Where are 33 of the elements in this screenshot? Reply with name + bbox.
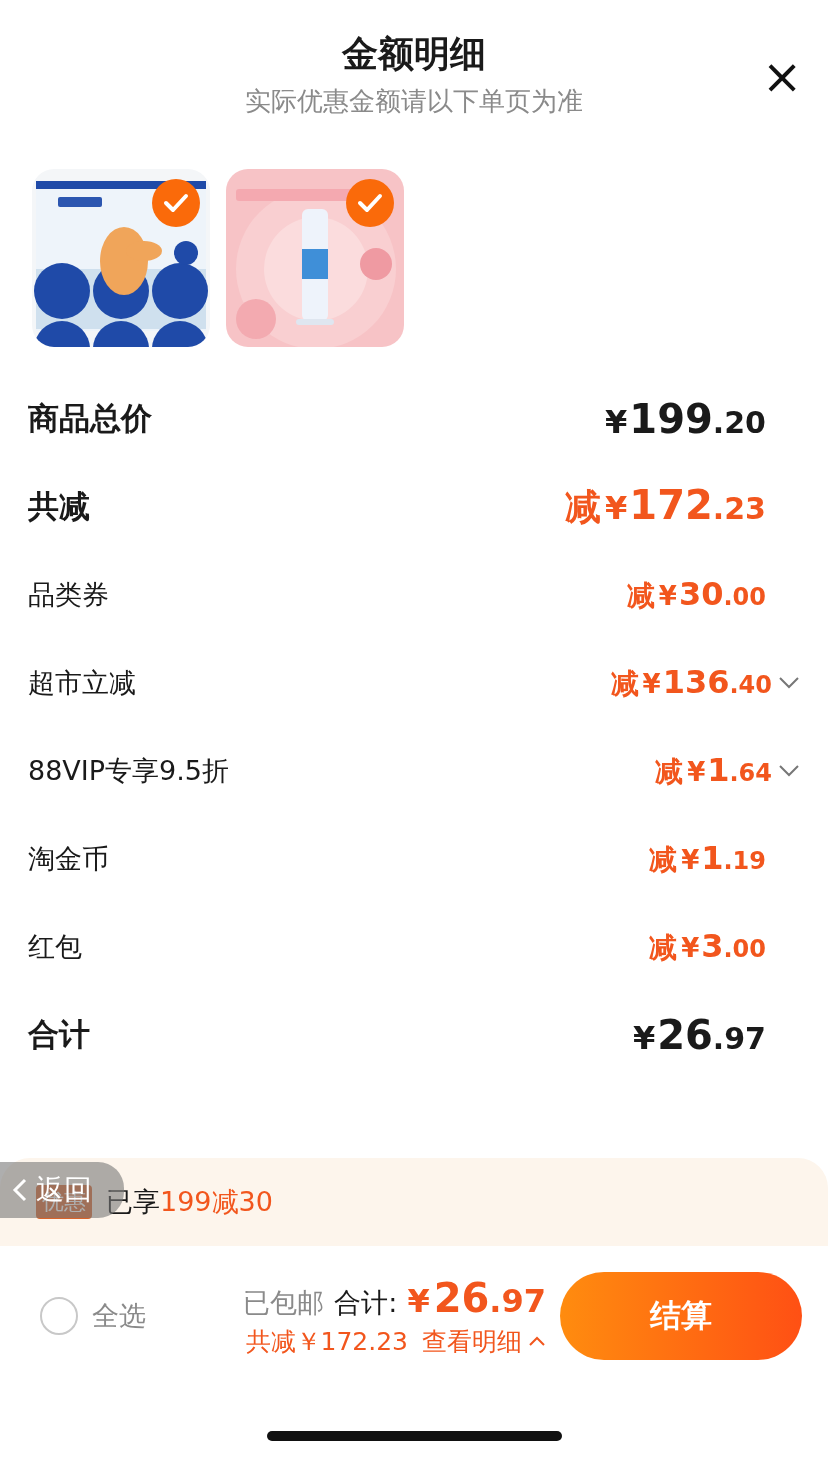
total-amount: ¥26.97 (407, 1274, 546, 1321)
amount-text: 减¥30.00 (626, 575, 766, 615)
amount-text: 减¥3.00 (649, 927, 766, 967)
chevron-down-icon[interactable] (778, 676, 800, 690)
sheet-title: 金额明细 (342, 32, 486, 76)
chevron-left-icon (12, 1177, 28, 1203)
check-icon[interactable] (346, 179, 394, 227)
sheet-subtitle: 实际优惠金额请以下单页为准 (245, 85, 583, 118)
row-label: 品类券 (28, 578, 109, 612)
total-label: 合计: (334, 1285, 398, 1320)
row-label: 红包 (28, 930, 82, 964)
row-label: 淘金币 (28, 842, 109, 876)
amount-text: 减¥1.64 (655, 751, 772, 791)
chevron-down-icon[interactable] (778, 764, 800, 778)
check-icon[interactable] (152, 179, 200, 227)
amount-text: 减¥1.19 (649, 839, 766, 879)
row-label: 超市立减 (28, 666, 136, 700)
chevron-up-icon (528, 1335, 546, 1347)
amount-text: 减¥172.23 (565, 482, 766, 530)
close-button[interactable]: × (762, 58, 798, 94)
row-label: 商品总价 (28, 399, 152, 438)
amount-text: 减¥136.40 (610, 663, 772, 703)
details-link[interactable]: 查看明细 (422, 1324, 546, 1358)
amount-text: ¥199.20 (605, 396, 766, 442)
checkout-button[interactable]: 结算 (560, 1272, 802, 1360)
row-label: 88VIP专享9.5折 (28, 754, 229, 788)
amount-text: ¥26.97 (632, 1012, 766, 1058)
savings-text: 共减￥172.23 (245, 1325, 408, 1358)
row-label: 共减 (28, 487, 90, 526)
select-all-radio[interactable] (40, 1297, 78, 1335)
row-label: 合计 (28, 1015, 90, 1054)
select-all-label: 全选 (92, 1299, 146, 1333)
shipping-text: 已包邮 (243, 1285, 325, 1320)
